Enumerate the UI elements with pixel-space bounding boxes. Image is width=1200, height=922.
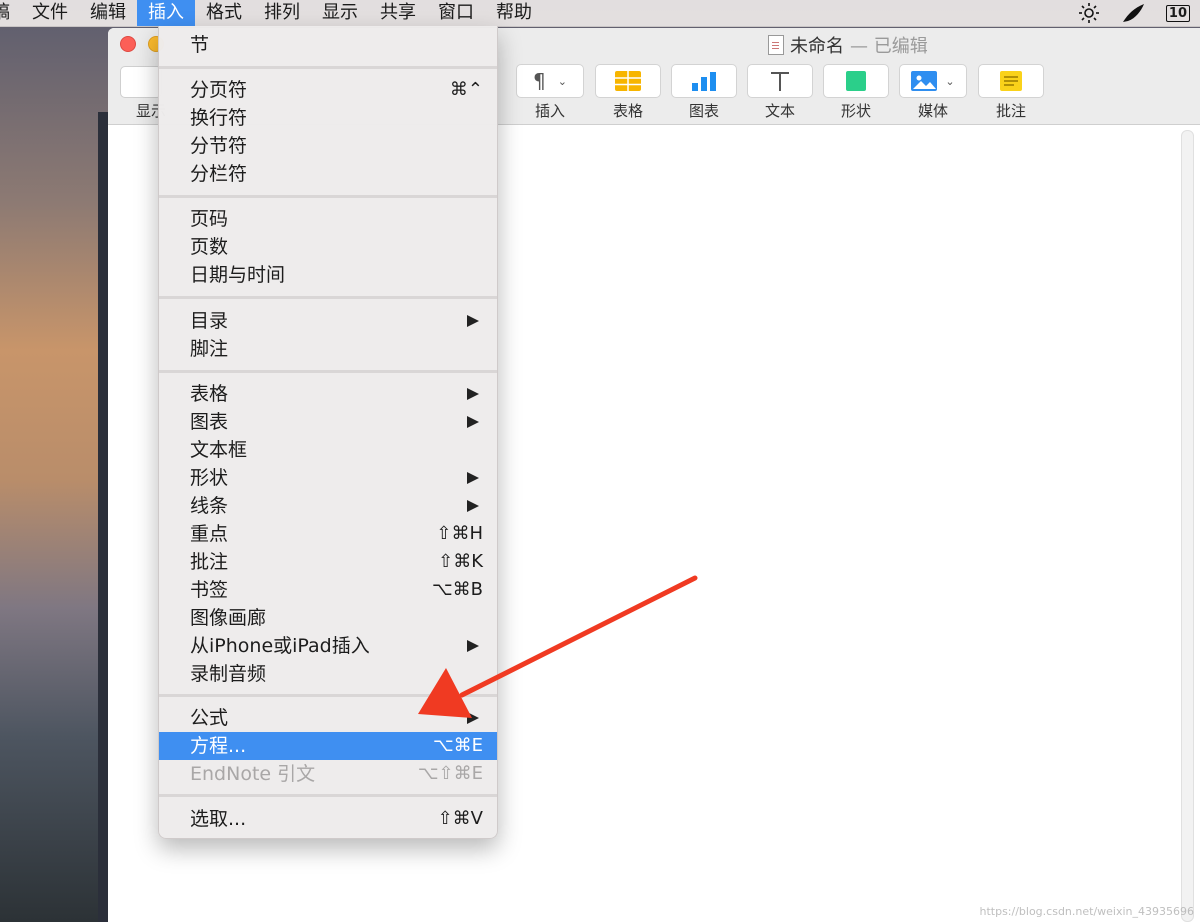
annotation-arrow-icon [418, 575, 698, 718]
watermark: https://blog.csdn.net/weixin_43935696 [979, 905, 1194, 918]
